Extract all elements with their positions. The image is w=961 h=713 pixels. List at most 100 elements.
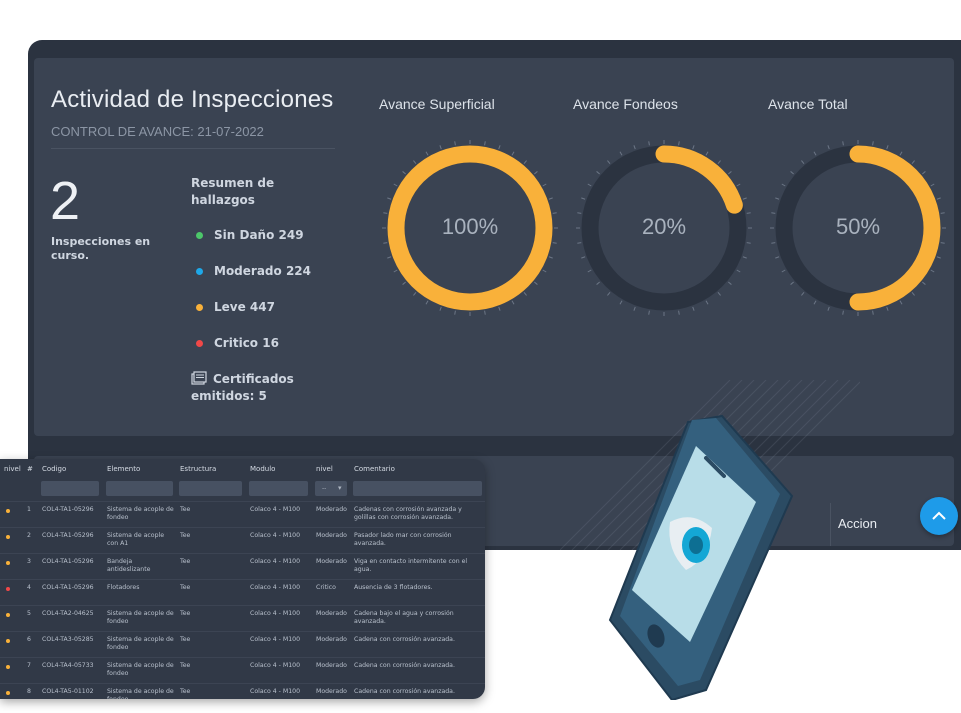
- filter-comentario-input[interactable]: [353, 481, 482, 496]
- cell-elemento: Bandeja antideslizante: [107, 558, 151, 573]
- gauge-tick: [484, 141, 486, 146]
- table-row[interactable]: 1 COL4-TA1-05296 Sistema de acople de fond…: [0, 501, 485, 527]
- gauge-tick: [842, 310, 844, 315]
- gauge-tick: [936, 256, 941, 259]
- gauge-tick: [692, 306, 695, 311]
- gauge-tick: [402, 281, 406, 285]
- cell-modulo: Colaco 4 - M100: [250, 688, 301, 695]
- cell-codigo: COL4-TA2-04625: [42, 610, 94, 617]
- severity-dot: [6, 535, 10, 539]
- summary-item-label: Moderado 224: [214, 264, 311, 278]
- gauge-tick: [633, 145, 636, 150]
- gauge-tick: [548, 256, 553, 259]
- gauge-tick: [790, 281, 794, 285]
- column-header-estructura[interactable]: Estructura: [180, 465, 216, 473]
- chevron-down-icon: ▾: [338, 484, 342, 492]
- gauge-tick: [542, 269, 547, 273]
- cell-estructura: Tee: [180, 662, 191, 669]
- column-header-nivel-text[interactable]: nivel: [316, 465, 333, 473]
- table-row[interactable]: 6 COL4-TA3-05285 Sistema de acople de fond…: [0, 631, 485, 657]
- column-header-elemento[interactable]: Elemento: [107, 465, 140, 473]
- gauge-tick: [383, 242, 388, 244]
- filter-codigo-input[interactable]: [41, 481, 99, 496]
- gauge-tick: [619, 300, 623, 305]
- table-row[interactable]: 2 COL4-TA1-05296 Sistema de acople con A1 T…: [0, 527, 485, 553]
- gauge-tick: [678, 310, 680, 315]
- filter-modulo-input[interactable]: [249, 481, 308, 496]
- gauge-tick: [439, 145, 442, 150]
- cell-elemento: Sistema de acople con A1: [107, 532, 165, 547]
- cell-elemento: Sistema de acople de fondeo: [107, 506, 174, 521]
- column-header-comentario[interactable]: Comentario: [354, 465, 395, 473]
- summary-item-label: Sin Daño 249: [214, 228, 304, 242]
- gauge-tick: [596, 281, 600, 285]
- gauge-tick: [542, 183, 547, 187]
- cell-comentario: Viga en contacto intermitente con el agu…: [354, 558, 468, 573]
- filter-nivel-select[interactable]: [315, 481, 347, 496]
- gauge-tick: [911, 160, 915, 164]
- gauge-tick: [413, 160, 417, 164]
- gauge-tick: [552, 242, 557, 244]
- gauge-tick: [439, 306, 442, 311]
- gauge-tick: [498, 306, 501, 311]
- gauge-value-total: 50%: [835, 214, 881, 239]
- cell-comentario: Cadena con corrosión avanzada.: [354, 688, 455, 695]
- cell-elemento: Sistema de acople de fondeo: [107, 636, 174, 651]
- gauge-tick: [801, 160, 805, 164]
- gauge-tick: [781, 183, 786, 187]
- gauge-tick: [940, 242, 945, 244]
- cell-codigo: COL4-TA3-05285: [42, 636, 94, 643]
- gauge-tick: [775, 197, 780, 200]
- cell-comentario: Pasador lado mar con corrosión avanzada.: [354, 532, 452, 547]
- gauge-tick: [607, 160, 611, 164]
- gauge-tick: [930, 183, 935, 187]
- cell-estructura: Tee: [180, 532, 191, 539]
- status-dot: [196, 339, 203, 347]
- gauge-tick: [581, 256, 586, 259]
- table-row[interactable]: 3 COL4-TA1-05296 Bandeja antideslizante Tee…: [0, 553, 485, 579]
- gauge-title-fondeos: Avance Fondeos: [573, 96, 678, 112]
- column-header-nivel[interactable]: nivel: [4, 465, 21, 473]
- column-header-codigo[interactable]: Codigo: [42, 465, 66, 473]
- table-row[interactable]: 7 COL4-TA4-05733 Sistema de acople de fond…: [0, 657, 485, 683]
- gauge-title-total: Avance Total: [768, 96, 848, 112]
- row-divider: [0, 501, 485, 502]
- gauge-tick: [511, 300, 515, 305]
- filter-elemento-input[interactable]: [106, 481, 173, 496]
- gauge-tick: [534, 171, 538, 175]
- gauge-tick: [454, 141, 456, 146]
- gauge-tick: [728, 171, 732, 175]
- gauge-tick: [717, 160, 721, 164]
- certificates-summary: Certificados emitidos: 5: [191, 371, 321, 405]
- gauge-tick: [728, 281, 732, 285]
- filter-estructura-input[interactable]: [179, 481, 242, 496]
- cell-comentario: Cadenas con corrosión avanzada y golilla…: [354, 506, 462, 521]
- inspections-count: 2: [50, 171, 81, 231]
- scroll-top-button[interactable]: [920, 497, 958, 535]
- cell-modulo: Colaco 4 - M100: [250, 636, 301, 643]
- table-row[interactable]: 4 COL4-TA1-05296 Flotadores Tee Colaco 4 - M…: [0, 579, 485, 605]
- table-row[interactable]: 8 COL4-TA5-01102 Sistema de acople de fond…: [0, 683, 485, 699]
- cell-nivel: Moderado: [316, 688, 347, 695]
- gauge-title-superficial: Avance Superficial: [379, 96, 495, 112]
- gauge-tick: [742, 197, 747, 200]
- gauge-tick: [842, 141, 844, 146]
- table-row[interactable]: 5 COL4-TA2-04625 Sistema de acople de fond…: [0, 605, 485, 631]
- cell-comentario: Cadena con corrosión avanzada.: [354, 662, 455, 669]
- certificate-icon: [191, 371, 207, 385]
- column-header-modulo[interactable]: Modulo: [250, 465, 275, 473]
- gauge-tick: [596, 171, 600, 175]
- title-divider: [51, 148, 335, 149]
- cell-estructura: Tee: [180, 506, 191, 513]
- severity-dot: [6, 587, 10, 591]
- gauge-tick: [705, 300, 709, 305]
- gauge-tick: [936, 197, 941, 200]
- cell-nivel: Moderado: [316, 532, 347, 539]
- gauge-tick: [705, 151, 709, 156]
- gauge-tick: [736, 269, 741, 273]
- column-header-number[interactable]: #: [27, 465, 33, 473]
- filter-nivel-value: --: [322, 485, 327, 492]
- page-title: Actividad de Inspecciones: [51, 86, 334, 113]
- severity-dot: [6, 639, 10, 643]
- gauge-tick: [648, 310, 650, 315]
